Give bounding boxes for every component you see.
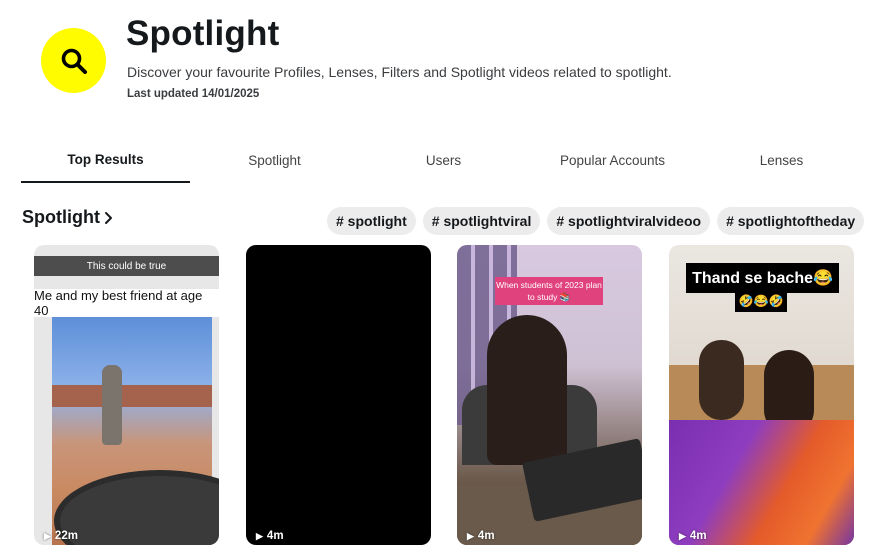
tab-popular-accounts[interactable]: Popular Accounts	[528, 138, 697, 182]
tab-users[interactable]: Users	[359, 138, 528, 182]
chevron-right-icon	[104, 211, 112, 224]
page-title: Spotlight	[126, 14, 280, 53]
play-icon: ▶	[679, 530, 686, 541]
hashtag-chip[interactable]: # spotlightviralvideoo	[547, 207, 711, 235]
hashtag-chip[interactable]: # spotlightviral	[422, 207, 541, 235]
video-card[interactable]: When students of 2023 plan to study 📚 ▶ …	[457, 245, 642, 545]
page-subtitle: Discover your favourite Profiles, Lenses…	[127, 64, 672, 80]
section-spotlight-link[interactable]: Spotlight	[22, 207, 114, 228]
search-icon	[41, 28, 106, 93]
tab-spotlight[interactable]: Spotlight	[190, 138, 359, 182]
video-top-text: This could be true	[34, 256, 219, 276]
tab-bar: Top Results Spotlight Users Popular Acco…	[21, 138, 866, 184]
video-card[interactable]: ▶ 4m	[246, 245, 431, 545]
tab-lenses[interactable]: Lenses	[697, 138, 866, 182]
video-caption: Me and my best friend at age 40	[34, 288, 219, 318]
video-tag: When students of 2023 plan to study 📚	[495, 277, 603, 305]
hashtag-chip[interactable]: # spotlight	[327, 207, 416, 235]
play-icon: ▶	[467, 530, 474, 541]
last-updated: Last updated 14/01/2025	[127, 88, 260, 100]
play-icon: ▶	[44, 530, 51, 541]
video-card[interactable]: This could be true Me and my best friend…	[34, 245, 219, 545]
section-title: Spotlight	[22, 207, 100, 227]
video-card[interactable]: Thand se bache😂 🤣😂🤣 ▶ 4m	[669, 245, 854, 545]
video-caption: Thand se bache😂	[686, 263, 839, 293]
tab-top-results[interactable]: Top Results	[21, 138, 190, 183]
video-emoji: 🤣😂🤣	[735, 290, 787, 312]
play-icon: ▶	[256, 530, 263, 541]
hashtag-list: # spotlight # spotlightviral # spotlight…	[327, 207, 865, 235]
hashtag-chip[interactable]: # spotlightoftheday	[717, 207, 865, 235]
